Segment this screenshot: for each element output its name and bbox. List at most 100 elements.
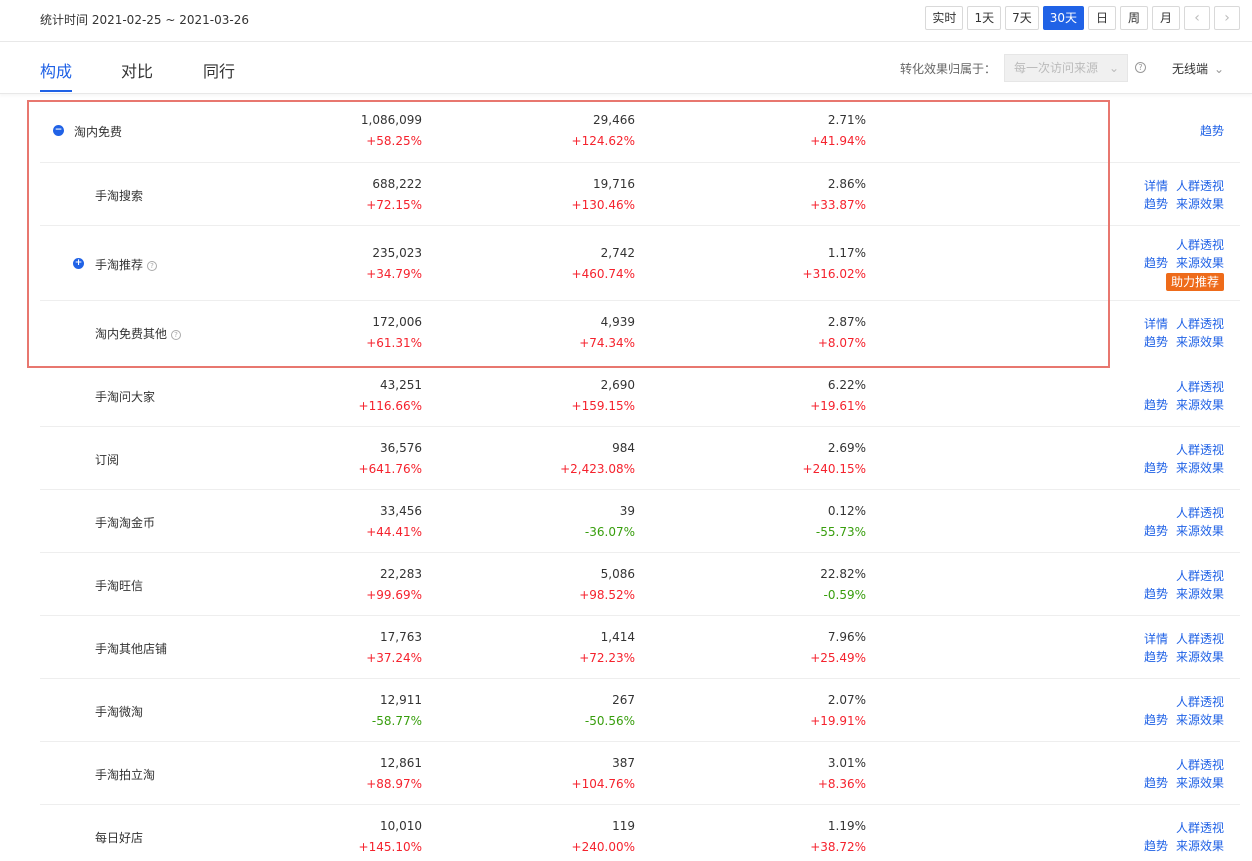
- help-icon[interactable]: ?: [147, 261, 158, 271]
- metric-change: +72.15%: [366, 198, 422, 212]
- crowd-insight-link[interactable]: 人群透视: [1176, 179, 1224, 193]
- trend-link[interactable]: 趋势: [1144, 335, 1168, 349]
- source-effect-link[interactable]: 来源效果: [1176, 713, 1224, 727]
- metric-change: -36.07%: [584, 525, 635, 539]
- source-effect-link[interactable]: 来源效果: [1176, 839, 1224, 853]
- boost-recommend-badge[interactable]: 助力推荐: [1165, 273, 1224, 291]
- crowd-insight-link[interactable]: 人群透视: [1176, 443, 1224, 457]
- row-name-text: 手淘其他店铺: [95, 642, 168, 656]
- expand-icon[interactable]: +: [73, 258, 84, 269]
- trend-link[interactable]: 趋势: [1200, 124, 1224, 138]
- metric-cell-2: 2,690 +159.15%: [475, 375, 635, 417]
- action-line: 趋势 来源效果: [1144, 396, 1224, 414]
- metric-change: +124.62%: [571, 134, 635, 148]
- metric-value: 12,911: [380, 693, 422, 707]
- crowd-insight-link[interactable]: 人群透视: [1176, 569, 1224, 583]
- metric-change: +159.15%: [571, 399, 635, 413]
- metric-cell-3: 1.17% +316.02%: [706, 243, 866, 285]
- date-btn-week[interactable]: 周: [1120, 6, 1148, 30]
- metric-cell-3: 6.22% +19.61%: [706, 375, 866, 417]
- date-btn-1day[interactable]: 1天: [967, 6, 1002, 30]
- row-name: 每日好店: [95, 829, 143, 846]
- date-btn-realtime[interactable]: 实时: [925, 6, 964, 30]
- metric-change: +74.34%: [579, 336, 635, 350]
- metric-change: -58.77%: [371, 714, 422, 728]
- metric-value: 7.96%: [827, 630, 866, 644]
- source-effect-link[interactable]: 来源效果: [1176, 398, 1224, 412]
- crowd-insight-link[interactable]: 人群透视: [1176, 632, 1224, 646]
- trend-link[interactable]: 趋势: [1144, 524, 1168, 538]
- row-name-text: 手淘推荐: [95, 258, 144, 272]
- metric-value: 4,939: [600, 315, 635, 329]
- collapse-icon[interactable]: −: [53, 125, 64, 136]
- trend-link[interactable]: 趋势: [1144, 713, 1168, 727]
- source-effect-link[interactable]: 来源效果: [1176, 524, 1224, 538]
- trend-link[interactable]: 趋势: [1144, 197, 1168, 211]
- metric-cell-3: 2.07% +19.91%: [706, 690, 866, 732]
- source-effect-link[interactable]: 来源效果: [1176, 256, 1224, 270]
- row-actions: 人群透视 趋势 来源效果: [1144, 378, 1224, 414]
- crowd-insight-link[interactable]: 人群透视: [1176, 506, 1224, 520]
- row-name: 手淘淘金币: [95, 514, 155, 531]
- metric-change: -0.59%: [823, 588, 866, 602]
- source-effect-link[interactable]: 来源效果: [1176, 197, 1224, 211]
- row-name: 手淘微淘: [95, 703, 143, 720]
- trend-link[interactable]: 趋势: [1144, 256, 1168, 270]
- action-line: 人群透视: [1144, 378, 1224, 396]
- source-effect-link[interactable]: 来源效果: [1176, 650, 1224, 664]
- next-period-button[interactable]: ›: [1214, 6, 1240, 30]
- crowd-insight-link[interactable]: 人群透视: [1176, 758, 1224, 772]
- tab-composition[interactable]: 构成: [40, 58, 72, 82]
- source-effect-link[interactable]: 来源效果: [1176, 335, 1224, 349]
- metric-change: +61.31%: [366, 336, 422, 350]
- source-effect-link[interactable]: 来源效果: [1176, 461, 1224, 475]
- date-btn-month[interactable]: 月: [1152, 6, 1180, 30]
- trend-link[interactable]: 趋势: [1144, 776, 1168, 790]
- attribution-select[interactable]: 每一次访问来源 ⌄: [1004, 54, 1128, 82]
- metric-value: 43,251: [380, 378, 422, 392]
- prev-period-button[interactable]: ‹: [1184, 6, 1210, 30]
- crowd-insight-link[interactable]: 人群透视: [1176, 821, 1224, 835]
- source-effect-link[interactable]: 来源效果: [1176, 776, 1224, 790]
- table-row: 订阅 36,576 +641.76% 984 +2,423.08% 2.69% +240.1…: [40, 427, 1240, 490]
- trend-link[interactable]: 趋势: [1144, 398, 1168, 412]
- tab-peers[interactable]: 同行: [203, 58, 235, 82]
- trend-link[interactable]: 趋势: [1144, 650, 1168, 664]
- trend-link[interactable]: 趋势: [1144, 839, 1168, 853]
- crowd-insight-link[interactable]: 人群透视: [1176, 695, 1224, 709]
- date-btn-day[interactable]: 日: [1088, 6, 1116, 30]
- metric-value: 17,763: [380, 630, 422, 644]
- device-select[interactable]: 无线端 ⌄: [1172, 60, 1224, 77]
- row-name-text: 手淘旺信: [95, 579, 144, 593]
- action-line: 详情 人群透视: [1144, 630, 1224, 648]
- help-icon[interactable]: ?: [171, 330, 182, 340]
- metric-change: +37.24%: [366, 651, 422, 665]
- date-btn-7days[interactable]: 7天: [1005, 6, 1039, 30]
- metric-change: +34.79%: [366, 267, 422, 281]
- row-actions: 人群透视 趋势 来源效果: [1144, 504, 1224, 540]
- action-line: 趋势 来源效果: [1144, 522, 1224, 540]
- tab-compare[interactable]: 对比: [121, 58, 153, 82]
- date-btn-30days[interactable]: 30天: [1042, 6, 1084, 30]
- metric-change: +98.52%: [579, 588, 635, 602]
- crowd-insight-link[interactable]: 人群透视: [1176, 380, 1224, 394]
- source-effect-link[interactable]: 来源效果: [1176, 587, 1224, 601]
- trend-link[interactable]: 趋势: [1144, 587, 1168, 601]
- metric-cell-3: 2.69% +240.15%: [706, 438, 866, 480]
- metric-cell-2: 2,742 +460.74%: [475, 243, 635, 285]
- metric-value: 6.22%: [827, 378, 866, 392]
- crowd-insight-link[interactable]: 人群透视: [1176, 317, 1224, 331]
- trend-link[interactable]: 趋势: [1144, 461, 1168, 475]
- metric-change: +44.41%: [366, 525, 422, 539]
- action-line: 人群透视: [1144, 441, 1224, 459]
- detail-link[interactable]: 详情: [1144, 632, 1168, 646]
- help-icon[interactable]: ?: [1135, 62, 1146, 73]
- detail-link[interactable]: 详情: [1144, 317, 1168, 331]
- detail-link[interactable]: 详情: [1144, 179, 1168, 193]
- metric-change: +8.36%: [817, 777, 866, 791]
- chevron-down-icon: ⌄: [1214, 62, 1225, 76]
- metric-value: 984: [612, 441, 635, 455]
- table-row: 手淘其他店铺 17,763 +37.24% 1,414 +72.23% 7.96% +25.…: [40, 616, 1240, 679]
- metric-value: 1.17%: [827, 246, 866, 260]
- crowd-insight-link[interactable]: 人群透视: [1176, 238, 1224, 252]
